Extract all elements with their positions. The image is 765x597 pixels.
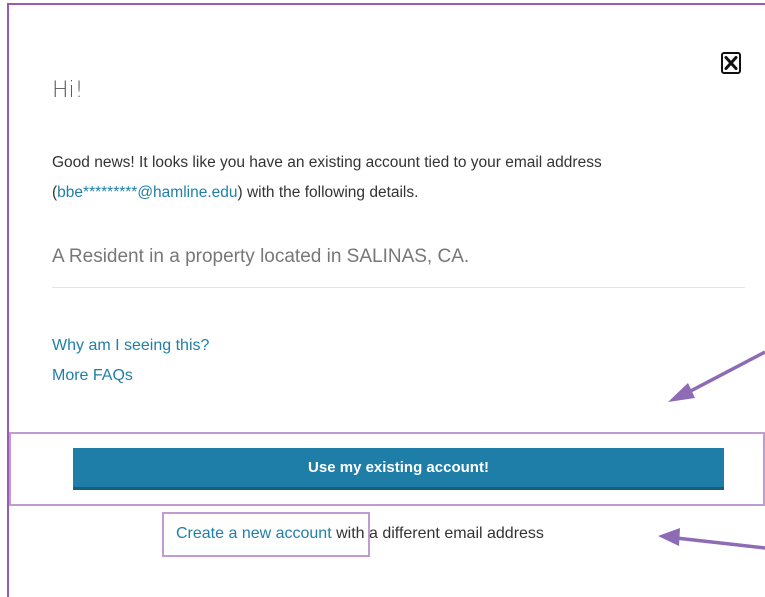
annotation-arrow-lower (675, 536, 765, 550)
why-seeing-this-link[interactable]: Why am I seeing this? (52, 337, 209, 355)
intro-text: Good news! It looks like you have an exi… (52, 148, 752, 208)
annotation-arrow-upper (682, 350, 765, 397)
close-icon[interactable] (721, 52, 741, 74)
use-existing-account-button[interactable]: Use my existing account! (73, 448, 724, 490)
create-account-suffix: with a different email address (331, 525, 544, 542)
annotation-arrowhead-lower (658, 528, 680, 546)
annotation-border-left (7, 3, 9, 597)
annotation-border-top (7, 3, 765, 5)
create-new-account-link[interactable]: Create a new account (176, 525, 332, 542)
divider (52, 287, 745, 288)
create-account-line: Create a new account with a different em… (176, 525, 544, 543)
masked-email-link[interactable]: bbe*********@hamline.edu (57, 184, 237, 201)
annotation-arrowhead-upper (668, 383, 695, 402)
account-detail: A Resident in a property located in SALI… (52, 246, 470, 267)
annotation-arrows (658, 350, 765, 550)
dialog-greeting: Hi! (52, 78, 84, 103)
intro-text-after: ) with the following details. (237, 184, 419, 201)
more-faqs-link[interactable]: More FAQs (52, 367, 133, 385)
screenshot-frame: Hi! Good news! It looks like you have an… (0, 0, 765, 597)
